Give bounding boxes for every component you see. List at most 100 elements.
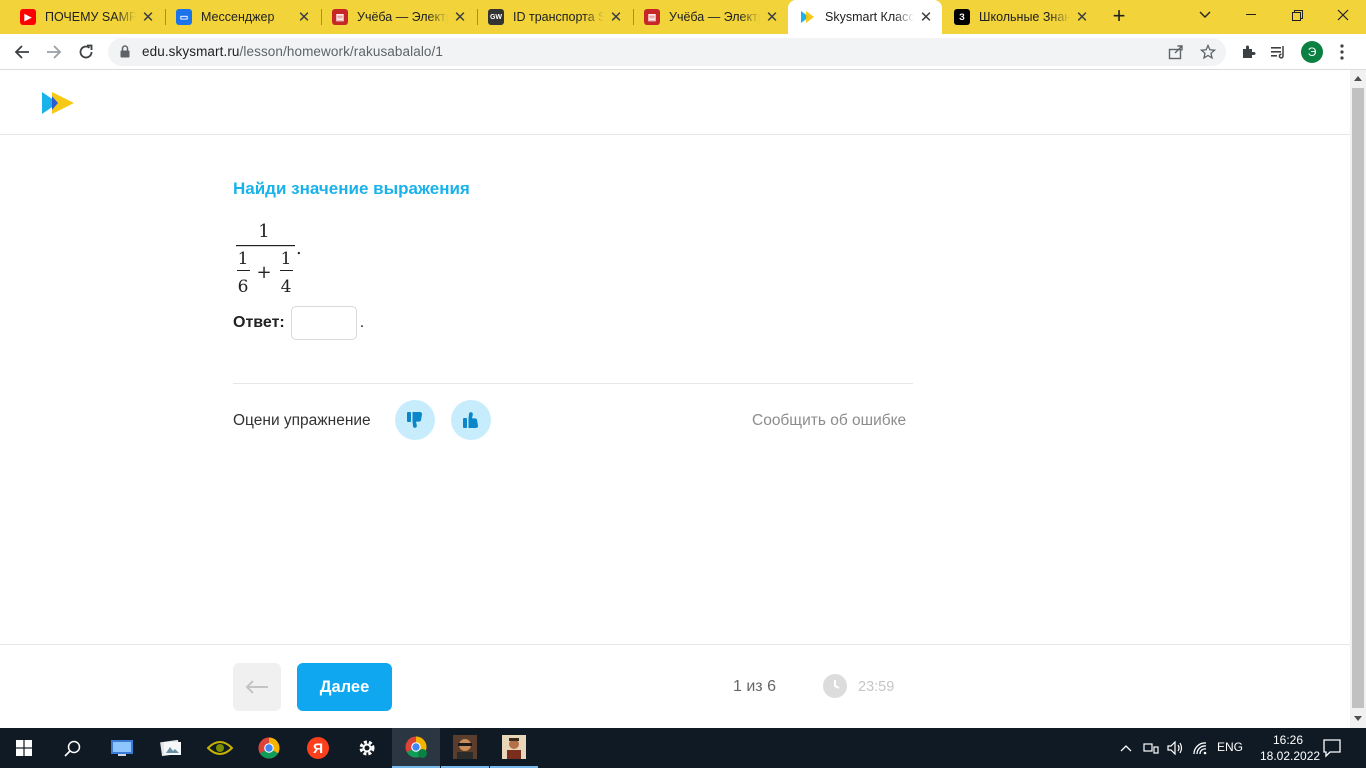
scroll-up-arrow-icon[interactable] <box>1354 76 1362 81</box>
tab-search-button[interactable] <box>1182 0 1228 30</box>
taskbar-app-explorer[interactable] <box>98 728 146 768</box>
taskbar-app-game-1[interactable] <box>441 728 489 768</box>
previous-button[interactable] <box>233 663 281 711</box>
formula-term1-denominator: 6 <box>238 277 249 297</box>
skysmart-logo[interactable] <box>41 91 75 115</box>
notification-icon[interactable] <box>1322 738 1342 758</box>
dislike-button[interactable] <box>395 400 435 440</box>
url-text: edu.skysmart.ru/lesson/homework/rakusaba… <box>142 44 443 59</box>
language-indicator[interactable]: ENG <box>1217 740 1243 754</box>
star-icon[interactable] <box>1199 43 1217 61</box>
close-icon[interactable]: ✕ <box>1074 8 1090 26</box>
report-error-link[interactable]: Сообщить об ошибке <box>752 412 906 430</box>
tab-skysmart[interactable]: Skysmart Класс ✕ <box>788 0 942 34</box>
volume-icon[interactable] <box>1166 739 1184 757</box>
site-header <box>0 70 1350 135</box>
yandex-icon: Я <box>307 737 329 759</box>
arrow-left-icon <box>245 680 268 694</box>
back-button[interactable] <box>8 38 36 66</box>
gear-icon <box>359 740 375 756</box>
site-icon: GW <box>488 9 504 25</box>
tab-ucheba-2[interactable]: ▤ Учёба — Электр ✕ <box>632 4 788 30</box>
tray-chevron-up-icon[interactable] <box>1119 739 1133 757</box>
page-content: Найди значение выражения 1 1 6 + 1 4 . О… <box>0 70 1350 728</box>
restore-icon <box>1291 9 1303 21</box>
tab-title: Мессенджер <box>201 10 275 24</box>
forward-button[interactable] <box>40 38 68 66</box>
answer-label: Ответ: <box>233 314 285 331</box>
share-icon[interactable] <box>1167 43 1185 61</box>
taskbar-app-photos[interactable] <box>147 728 195 768</box>
taskbar-app-chrome-profile[interactable] <box>392 728 440 768</box>
tab-title: Школьные Знан <box>979 10 1070 24</box>
url-host: edu.skysmart.ru <box>142 44 240 59</box>
thumbs-down-icon <box>407 411 423 428</box>
taskbar-app-eye[interactable] <box>196 728 244 768</box>
tab-title: Skysmart Класс <box>825 10 914 24</box>
tab-youtube[interactable]: ▶ ПОЧЕМУ SAMP У ✕ <box>8 4 164 30</box>
close-icon[interactable]: ✕ <box>764 8 780 26</box>
extensions-icon[interactable] <box>1238 42 1258 62</box>
start-button[interactable] <box>0 728 48 768</box>
profile-avatar[interactable]: Э <box>1301 41 1323 63</box>
windows-taskbar: Я ENG 16:26 18.02.2022 <box>0 728 1366 768</box>
close-icon <box>1337 9 1349 21</box>
system-clock[interactable]: 16:26 18.02.2022 <box>1260 732 1321 764</box>
reload-button[interactable] <box>72 38 100 66</box>
answer-input[interactable] <box>290 306 357 340</box>
minimize-icon <box>1246 14 1256 15</box>
taskbar-app-chrome[interactable] <box>245 728 293 768</box>
tab-title: Учёба — Электр <box>669 10 760 24</box>
close-icon[interactable]: ✕ <box>452 8 468 26</box>
page-scrollbar[interactable] <box>1350 70 1366 728</box>
media-control-icon[interactable] <box>1269 42 1289 62</box>
wifi-icon[interactable] <box>1191 739 1209 757</box>
znania-icon: З <box>954 9 970 25</box>
formula-term1-numerator: 1 <box>238 249 249 269</box>
close-icon[interactable]: ✕ <box>140 8 156 26</box>
game-icon <box>502 735 526 759</box>
tab-znania[interactable]: З Школьные Знан ✕ <box>942 4 1098 30</box>
tab-title: Учёба — Электр <box>357 10 448 24</box>
network-icon[interactable] <box>1142 739 1160 757</box>
game-icon <box>453 735 477 759</box>
like-button[interactable] <box>451 400 491 440</box>
taskbar-app-yandex[interactable]: Я <box>294 728 342 768</box>
svg-text:Я: Я <box>313 740 323 756</box>
more-menu-icon[interactable] <box>1332 42 1352 62</box>
formula-operator: + <box>256 262 271 283</box>
arrow-left-icon <box>14 45 29 59</box>
answer-end-mark: . <box>359 314 365 331</box>
next-button[interactable]: Далее <box>297 663 392 711</box>
tab-title: ПОЧЕМУ SAMP У <box>45 10 136 24</box>
close-icon[interactable]: ✕ <box>296 8 312 26</box>
close-icon[interactable]: ✕ <box>608 8 624 26</box>
formula-numerator: 1 <box>258 221 269 242</box>
desktop-app-icon <box>111 740 133 756</box>
address-bar[interactable]: edu.skysmart.ru/lesson/homework/rakusaba… <box>108 38 1226 66</box>
scroll-down-arrow-icon[interactable] <box>1354 716 1362 721</box>
scrollbar-thumb[interactable] <box>1352 88 1364 708</box>
timer: 23:59 <box>858 679 895 695</box>
formula-end-mark: . <box>296 238 302 259</box>
chevron-down-icon <box>1199 11 1211 18</box>
taskbar-app-settings[interactable] <box>343 728 391 768</box>
photos-icon <box>160 739 181 757</box>
clock-date: 18.02.2022 <box>1260 749 1321 763</box>
search-button[interactable] <box>48 728 96 768</box>
chrome-icon <box>258 737 280 759</box>
tab-messenger[interactable]: ▭ Мессенджер ✕ <box>164 4 320 30</box>
new-tab-button[interactable]: + <box>1106 4 1132 30</box>
tab-id-transport[interactable]: GW ID транспорта SA ✕ <box>476 4 632 30</box>
arrow-right-icon <box>47 45 62 59</box>
close-window-button[interactable] <box>1320 0 1366 30</box>
restore-button[interactable] <box>1274 0 1320 30</box>
divider <box>233 383 913 384</box>
tab-title: ID транспорта SA <box>513 10 604 24</box>
tab-ucheba-1[interactable]: ▤ Учёба — Электр ✕ <box>320 4 476 30</box>
progress-counter: 1 из 6 <box>733 678 776 695</box>
minimize-button[interactable] <box>1228 0 1274 30</box>
formula-term2-denominator: 4 <box>281 277 292 297</box>
taskbar-app-game-2[interactable] <box>490 728 538 768</box>
close-icon[interactable]: ✕ <box>918 8 934 26</box>
